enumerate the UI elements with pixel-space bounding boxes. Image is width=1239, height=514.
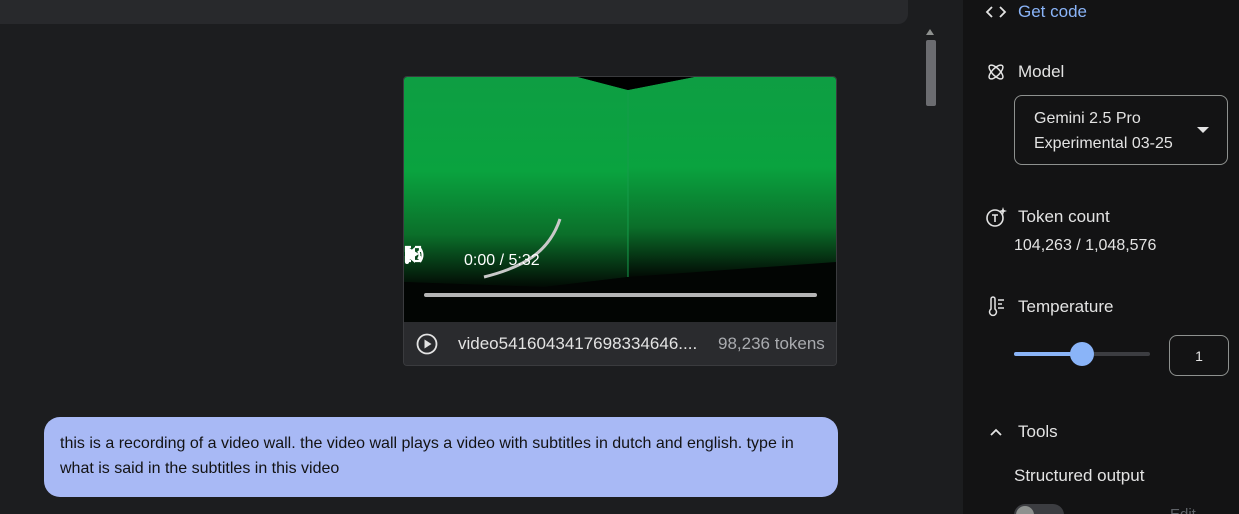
video-file-info: video5416043417698334646.... 98,236 toke… (404, 322, 836, 365)
token-count-icon (986, 207, 1007, 227)
model-label: Model (1018, 62, 1065, 81)
chevron-up-icon (990, 428, 1002, 436)
video-attachment[interactable]: 0:00 / 5:32 video5416043417698334646....… (403, 76, 837, 366)
more-options-icon[interactable] (404, 245, 410, 265)
temperature-label: Temperature (1018, 297, 1114, 316)
get-code-label: Get code (1018, 2, 1087, 21)
model-icon (988, 64, 1004, 80)
video-time: 0:00 / 5:32 (464, 252, 540, 269)
video-file-name: video5416043417698334646.... (458, 333, 698, 353)
structured-output-toggle[interactable] (1014, 504, 1064, 514)
chat-scrollbar-thumb[interactable] (926, 40, 936, 106)
video-progress-bar[interactable] (424, 293, 817, 297)
token-count-label: Token count (1018, 207, 1110, 226)
user-message-text: this is a recording of a video wall. the… (60, 435, 794, 477)
temperature-slider[interactable] (1014, 342, 1150, 366)
app-root: 0:00 / 5:32 video5416043417698334646....… (0, 0, 1239, 514)
chat-area: 0:00 / 5:32 video5416043417698334646....… (0, 0, 963, 514)
play-circle-icon (416, 333, 438, 354)
tools-section-header[interactable]: Tools (985, 421, 1058, 443)
code-icon (985, 6, 1007, 18)
structured-output-label: Structured output (1014, 466, 1145, 485)
run-settings-panel: Get code Model Gemini 2.5 Pro Experiment… (963, 0, 1239, 514)
token-count-value: 104,263 / 1,048,576 (1014, 237, 1157, 254)
dropdown-arrow-icon (1197, 127, 1209, 133)
video-controls: 0:00 / 5:32 (404, 245, 836, 301)
temperature-input[interactable]: 1 (1169, 335, 1229, 376)
toggle-knob (1016, 506, 1034, 514)
temperature-value: 1 (1195, 347, 1203, 364)
thermometer-icon (988, 296, 1004, 317)
structured-output-edit-link[interactable]: Edit (1170, 506, 1196, 514)
get-code-link[interactable]: Get code (985, 1, 1087, 23)
model-section-header: Model (985, 61, 1064, 83)
tools-label: Tools (1018, 422, 1058, 441)
video-token-count: 98,236 tokens (718, 333, 825, 353)
temperature-header: Temperature (985, 296, 1113, 318)
video-player[interactable]: 0:00 / 5:32 (404, 77, 836, 322)
slider-thumb[interactable] (1070, 342, 1094, 366)
user-message-bubble[interactable]: this is a recording of a video wall. the… (44, 417, 838, 497)
previous-message-card (0, 0, 908, 24)
model-select-value: Gemini 2.5 Pro Experimental 03-25 (1034, 110, 1173, 152)
model-select[interactable]: Gemini 2.5 Pro Experimental 03-25 (1014, 95, 1228, 165)
scroll-up-arrow-icon[interactable] (926, 28, 934, 36)
token-count-header: Token count (985, 206, 1110, 228)
